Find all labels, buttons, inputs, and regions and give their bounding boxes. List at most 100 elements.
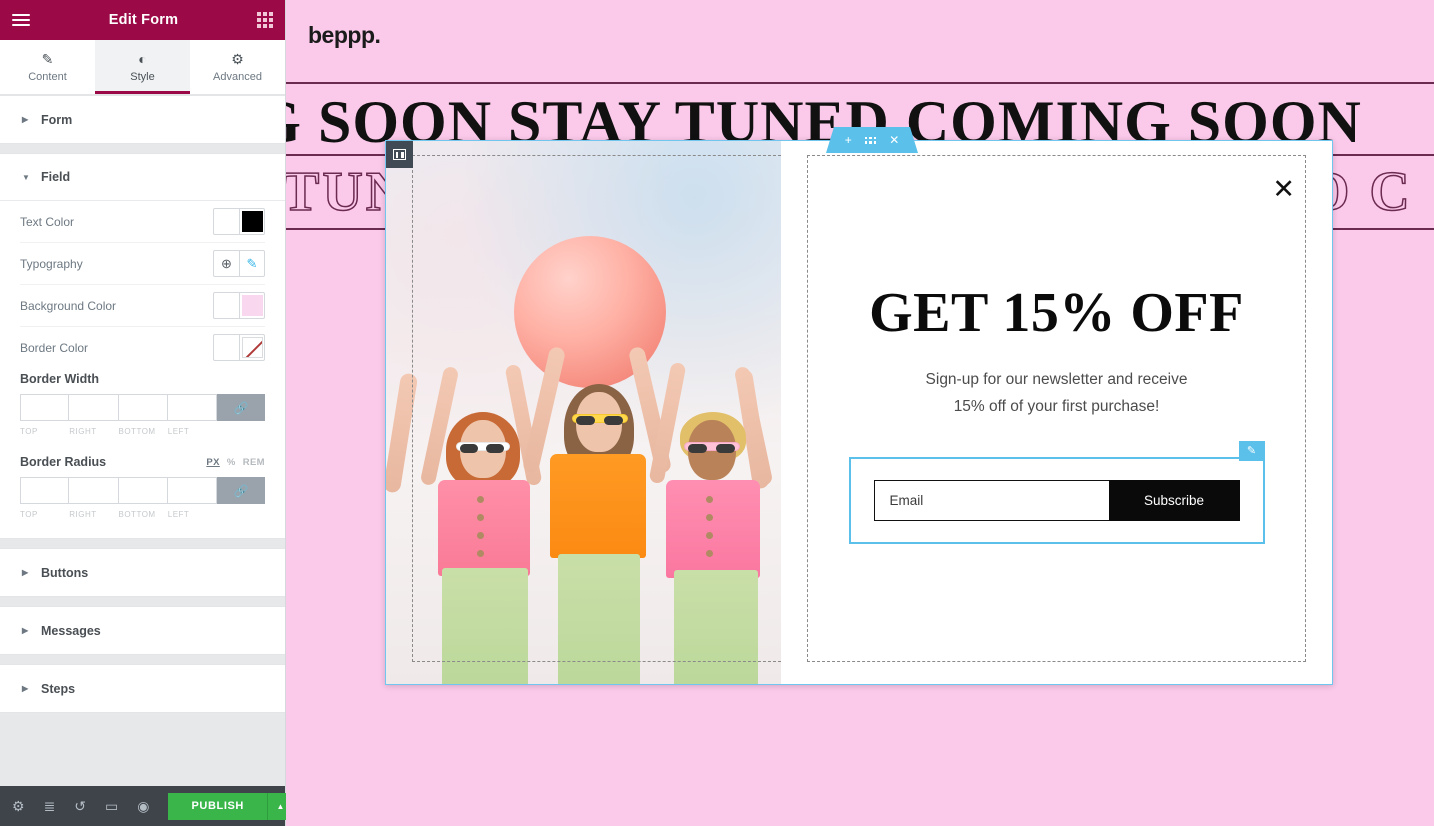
panel-body: ▶ Form ▼ Field Text Color Typography ⊕ ✎…: [0, 95, 285, 786]
chevron-right-icon: ▶: [22, 115, 29, 124]
grid-icon[interactable]: [257, 12, 273, 28]
background-color-swatch[interactable]: [213, 292, 265, 319]
popup-section-toolbar: + ✕: [826, 127, 918, 153]
popup-headline: GET 15% OFF: [869, 282, 1244, 345]
tab-style-label: Style: [130, 70, 155, 83]
tab-style[interactable]: ◐ Style: [95, 40, 190, 94]
border-radius-inputs: TOP RIGHT BOTTOM LEFT 🔗: [20, 477, 265, 522]
border-width-top-input[interactable]: [20, 394, 70, 421]
border-color-reset[interactable]: [214, 335, 239, 360]
section-buttons-header[interactable]: ▶ Buttons: [0, 549, 285, 596]
background-color-value[interactable]: [239, 293, 264, 318]
section-form-header[interactable]: ▶ Form: [0, 96, 285, 143]
hamburger-icon[interactable]: [12, 14, 30, 26]
background-color-reset[interactable]: [214, 293, 239, 318]
section-steps: ▶ Steps: [0, 664, 285, 713]
divider-top: [286, 82, 1434, 84]
add-section-icon[interactable]: +: [845, 134, 852, 146]
border-width-bottom-input[interactable]: [118, 394, 168, 421]
section-field-header[interactable]: ▼ Field: [0, 154, 285, 201]
chevron-right-icon: ▶: [22, 684, 29, 693]
border-width-right-input[interactable]: [69, 394, 119, 421]
tab-content[interactable]: ✎ Content: [0, 40, 95, 94]
border-radius-top-input[interactable]: [20, 477, 70, 504]
border-width-link-icon[interactable]: 🔗: [217, 394, 265, 421]
border-radius-left-input[interactable]: [167, 477, 217, 504]
section-messages: ▶ Messages: [0, 606, 285, 655]
history-icon[interactable]: ↺: [74, 799, 86, 813]
no-color-icon: [241, 337, 263, 358]
border-radius-right-input[interactable]: [69, 477, 119, 504]
border-radius-bottom-input[interactable]: [118, 477, 168, 504]
control-typography: Typography ⊕ ✎: [20, 242, 265, 284]
subscribe-form-widget[interactable]: ✎ Subscribe: [848, 440, 1265, 544]
edit-widget-pencil-icon[interactable]: ✎: [1238, 440, 1265, 461]
preview-icon[interactable]: ◉: [137, 799, 149, 813]
border-color-label: Border Color: [20, 340, 89, 355]
grid-dots-icon[interactable]: [864, 136, 877, 144]
border-radius-left: LEFT: [167, 477, 217, 522]
border-radius-right: RIGHT: [69, 477, 119, 522]
chevron-right-icon: ▶: [22, 568, 29, 577]
tab-content-label: Content: [28, 70, 67, 83]
subscribe-button[interactable]: Subscribe: [1108, 479, 1240, 521]
border-width-left-input[interactable]: [167, 394, 217, 421]
section-buttons-label: Buttons: [41, 565, 89, 580]
border-color-swatch[interactable]: [213, 334, 265, 361]
section-messages-label: Messages: [41, 623, 101, 638]
section-messages-header[interactable]: ▶ Messages: [0, 607, 285, 654]
border-radius-top: TOP: [20, 477, 70, 522]
publish-group: PUBLISH ▲: [168, 792, 293, 820]
text-color-swatch[interactable]: [213, 208, 265, 235]
text-color-label: Text Color: [20, 214, 75, 229]
text-color-reset[interactable]: [214, 209, 239, 234]
publish-button[interactable]: PUBLISH: [168, 792, 267, 820]
navigator-icon[interactable]: ≣: [44, 799, 56, 813]
popup-image: [386, 141, 781, 684]
border-width-top: TOP: [20, 394, 70, 439]
border-color-value[interactable]: [239, 335, 264, 360]
border-width-left: LEFT: [167, 394, 217, 439]
person-3: [648, 354, 774, 684]
typography-edit-button[interactable]: ✎: [239, 251, 264, 276]
tab-advanced[interactable]: ⚙ Advanced: [190, 40, 285, 94]
unit-px[interactable]: PX: [206, 457, 219, 468]
typography-controls[interactable]: ⊕ ✎: [213, 250, 265, 277]
editor-canvas: beppp. COMING SOON STAY TUNED COMING SOO…: [286, 0, 1434, 826]
email-field[interactable]: [873, 479, 1109, 521]
columns-icon[interactable]: [386, 141, 413, 168]
gear-icon: ⚙: [231, 50, 244, 67]
site-logo: beppp.: [308, 22, 381, 48]
typography-label: Typography: [20, 256, 83, 271]
border-radius-link-icon[interactable]: 🔗: [217, 477, 265, 504]
control-border-width: Border Width TOP RIGHT BOTTOM LEFT 🔗: [20, 368, 265, 439]
unit-percent[interactable]: %: [227, 457, 236, 468]
chevron-down-icon: ▼: [22, 172, 30, 182]
edit-form-panel: Edit Form ✎ Content ◐ Style ⚙ Advanced ▶…: [0, 0, 293, 826]
border-width-inputs: TOP RIGHT BOTTOM LEFT 🔗: [20, 394, 265, 439]
panel-tabs: ✎ Content ◐ Style ⚙ Advanced: [0, 40, 285, 95]
pencil-icon: ✎: [41, 50, 54, 67]
border-radius-label: Border Radius: [20, 455, 107, 469]
contrast-icon: ◐: [138, 50, 147, 67]
close-icon[interactable]: ✕: [1272, 176, 1295, 203]
delete-section-icon[interactable]: ✕: [889, 134, 899, 146]
control-border-radius: Border Radius PX % REM TOP RIGHT BOTTOM …: [20, 451, 265, 522]
section-form-label: Form: [41, 112, 73, 127]
section-field-body: Text Color Typography ⊕ ✎ Background Col…: [0, 201, 285, 538]
popup-editor: + ✕ ✕ GET 15% OFF Sign-up for our newsle…: [385, 127, 1333, 685]
subscribe-form-row: Subscribe: [873, 479, 1240, 521]
settings-icon[interactable]: ⚙: [12, 799, 25, 813]
unit-rem[interactable]: REM: [243, 457, 265, 468]
section-steps-header[interactable]: ▶ Steps: [0, 665, 285, 712]
globe-icon: ⊕: [221, 255, 232, 271]
text-color-value[interactable]: [239, 209, 264, 234]
section-field: ▼ Field Text Color Typography ⊕ ✎ Backgr…: [0, 153, 285, 539]
typography-global-button[interactable]: ⊕: [214, 251, 239, 276]
person-1: [419, 354, 544, 684]
tab-advanced-label: Advanced: [213, 70, 262, 83]
popup-image-column[interactable]: [386, 141, 781, 684]
responsive-mode-icon[interactable]: ▭: [105, 799, 118, 813]
border-radius-bottom-cap: BOTTOM: [118, 510, 156, 519]
control-background-color: Background Color: [20, 284, 265, 326]
